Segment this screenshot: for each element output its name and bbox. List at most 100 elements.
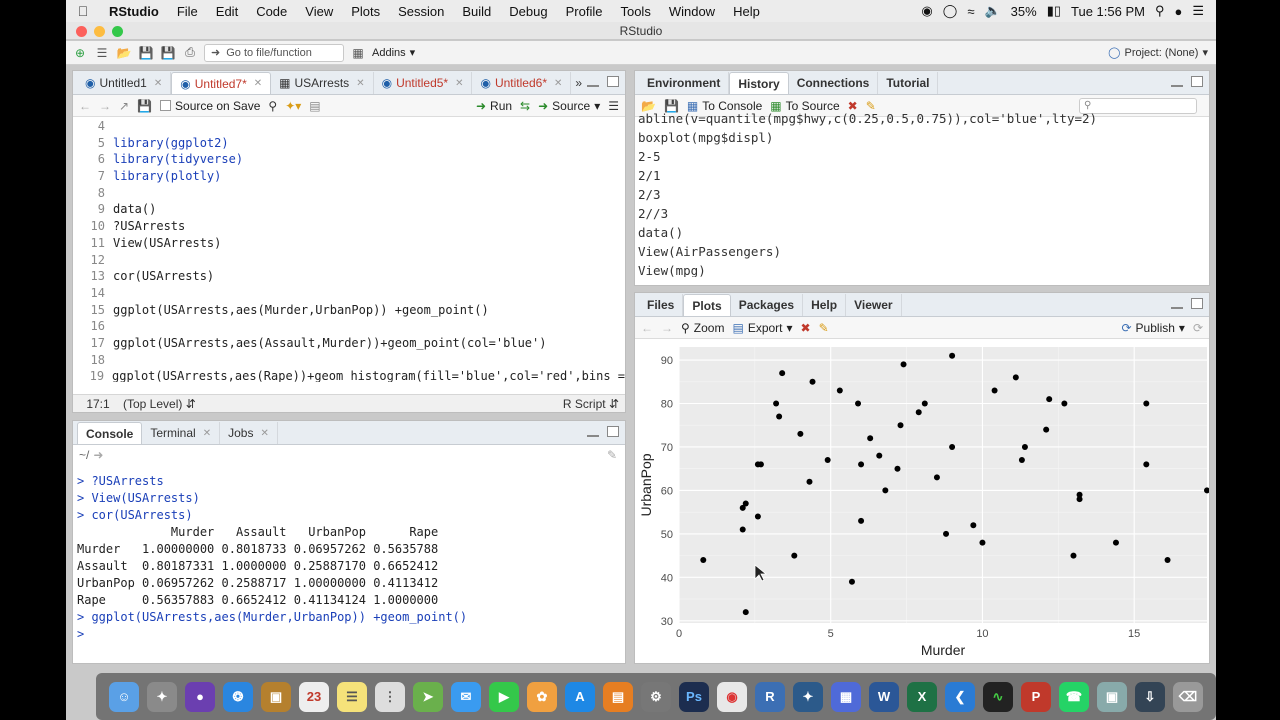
wifi-icon[interactable]: ≈ <box>967 4 974 19</box>
siri-icon[interactable]: ● <box>1174 4 1182 19</box>
history-entry[interactable]: View(mpg) <box>635 261 1209 277</box>
search-icon[interactable]: ⚲ <box>268 99 277 113</box>
code-line[interactable]: 18 <box>73 352 625 369</box>
tab-viewer[interactable]: Viewer <box>846 294 902 316</box>
code-line[interactable]: 5 library(ggplot2) <box>73 135 625 152</box>
menu-profile[interactable]: Profile <box>557 4 612 19</box>
launchpad-icon[interactable]: ✦ <box>147 681 177 712</box>
history-entry[interactable]: data() <box>635 223 1209 242</box>
clear-plots-icon[interactable]: ✎ <box>819 321 829 335</box>
photos-icon[interactable]: ✿ <box>527 681 557 712</box>
code-line[interactable]: 6 library(tidyverse) <box>73 151 625 168</box>
code-line[interactable]: 7 library(plotly) <box>73 168 625 185</box>
close-window-button[interactable] <box>76 26 87 37</box>
save-icon[interactable]: 💾 <box>138 45 154 61</box>
run-button[interactable]: ➜ Run <box>476 99 512 113</box>
addins-menu[interactable]: Addins ▾ <box>372 46 415 60</box>
menu-build[interactable]: Build <box>453 4 500 19</box>
code-line[interactable]: 9 data() <box>73 201 625 218</box>
maximize-pane-icon[interactable] <box>607 426 619 437</box>
save-icon[interactable]: 💾 <box>137 99 152 113</box>
previous-plot-icon[interactable]: ← <box>641 321 653 335</box>
battery-icon[interactable]: ▮▯ <box>1047 3 1061 19</box>
console-output[interactable]: > ?USArrests > View(USArrests) > cor(USArr… <box>73 465 625 643</box>
grid-icon[interactable]: ▦ <box>350 45 366 61</box>
code-line[interactable]: 8 <box>73 185 625 202</box>
tab-connections[interactable]: Connections <box>789 72 879 94</box>
notification-center-icon[interactable]: ☰ <box>1192 3 1204 19</box>
rstudio-icon[interactable]: R <box>755 681 785 712</box>
preview-icon[interactable]: ▣ <box>1097 681 1127 712</box>
minimize-pane-icon[interactable] <box>587 83 599 87</box>
code-line[interactable]: 10 ?USArrests <box>73 218 625 235</box>
calendar-icon[interactable]: 23 <box>299 681 329 712</box>
siri-icon[interactable]: ● <box>185 681 215 712</box>
menu-window[interactable]: Window <box>660 4 724 19</box>
tab-tutorial[interactable]: Tutorial <box>878 72 939 94</box>
publish-button[interactable]: ⟳ Publish ▾ <box>1121 321 1184 335</box>
tab-untitled6[interactable]: ◉ Untitled6* ✕ <box>472 72 572 94</box>
tab-usarrests[interactable]: ▦ USArrests ✕ <box>271 72 374 94</box>
tab-untitled1[interactable]: ◉ Untitled1 ✕ <box>77 72 172 94</box>
code-line[interactable]: 16 <box>73 318 625 335</box>
maps-icon[interactable]: ➤ <box>413 681 443 712</box>
source-button[interactable]: ➜ Source ▾ <box>538 99 600 113</box>
code-editor[interactable]: 4 5 library(ggplot2) 6 library(tidyverse) 7 li… <box>73 118 625 382</box>
tab-untitled7[interactable]: ◉ Untitled7* ✕ <box>171 72 272 94</box>
tab-packages[interactable]: Packages <box>731 294 804 316</box>
grid-app-icon[interactable]: ▦ <box>831 681 861 712</box>
history-entry[interactable]: 2//3 <box>635 204 1209 223</box>
code-line[interactable]: 15 ggplot(USArrests,aes(Murder,UrbanPop))… <box>73 302 625 319</box>
trash-icon[interactable]: ⌫ <box>1173 681 1203 712</box>
close-icon[interactable]: ✕ <box>455 78 463 89</box>
print-icon[interactable]: ⎙ <box>182 45 198 61</box>
back-arrow-icon[interactable]: ← <box>79 99 91 113</box>
messages-icon[interactable]: ✉ <box>451 681 481 712</box>
close-icon[interactable]: ✕ <box>203 428 211 439</box>
export-button[interactable]: ▤ Export ▾ <box>732 321 792 335</box>
code-line[interactable]: 17 ggplot(USArrests,aes(Assault,Murder))+… <box>73 335 625 352</box>
code-line[interactable]: 4 <box>73 118 625 135</box>
tab-help[interactable]: Help <box>803 294 847 316</box>
facetime-icon[interactable]: ▶ <box>489 681 519 712</box>
maximize-pane-icon[interactable] <box>607 76 619 87</box>
safari-icon[interactable]: ❂ <box>223 681 253 712</box>
new-project-icon[interactable]: ☰ <box>94 45 110 61</box>
apple-icon[interactable]:  <box>66 3 100 19</box>
tab-environment[interactable]: Environment <box>639 72 730 94</box>
scope-selector[interactable]: (Top Level) ⇵ <box>123 397 196 411</box>
photoshop-icon[interactable]: Ps <box>679 681 709 712</box>
rerun-icon[interactable]: ⇆ <box>520 99 530 113</box>
history-entry[interactable]: 2/1 <box>635 166 1209 185</box>
menu-plots[interactable]: Plots <box>342 4 389 19</box>
reminders-icon[interactable]: ⋮ <box>375 681 405 712</box>
minimize-pane-icon[interactable] <box>587 433 599 437</box>
tab-untitled5[interactable]: ◉ Untitled5* ✕ <box>374 72 473 94</box>
code-line[interactable]: 13 cor(USArrests) <box>73 268 625 285</box>
forward-arrow-icon[interactable]: → <box>99 99 111 113</box>
maximize-pane-icon[interactable] <box>1191 76 1203 87</box>
record-icon[interactable]: ◉ <box>921 3 932 19</box>
zoom-window-button[interactable] <box>112 26 123 37</box>
code-line[interactable]: 14 <box>73 285 625 302</box>
history-entry[interactable]: View(AirPassengers) <box>635 242 1209 261</box>
remove-plot-icon[interactable]: ✖ <box>801 321 811 335</box>
menu-help[interactable]: Help <box>724 4 769 19</box>
menu-code[interactable]: Code <box>247 4 296 19</box>
minimize-window-button[interactable] <box>94 26 105 37</box>
powerpoint-icon[interactable]: P <box>1021 681 1051 712</box>
show-in-window-icon[interactable]: ↗ <box>119 99 129 113</box>
save-all-icon[interactable]: 💾 <box>160 45 176 61</box>
glasses-icon[interactable]: ◯ <box>943 3 958 19</box>
document-outline-icon[interactable]: ☰ <box>608 99 619 113</box>
more-tabs-icon[interactable]: » <box>575 76 582 90</box>
clear-console-icon[interactable]: ✎ <box>607 448 617 462</box>
history-entry[interactable]: 2/3 <box>635 185 1209 204</box>
chrome-icon[interactable]: ◉ <box>717 681 747 712</box>
tab-plots[interactable]: Plots <box>683 294 731 316</box>
system-preferences-icon[interactable]: ⚙ <box>641 681 671 712</box>
spotlight-icon[interactable]: ⚲ <box>1155 3 1165 19</box>
menu-app-name[interactable]: RStudio <box>100 4 168 19</box>
goto-file-input[interactable]: ➜ Go to file/function <box>204 43 344 62</box>
source-on-save-checkbox[interactable]: Source on Save <box>160 99 260 113</box>
